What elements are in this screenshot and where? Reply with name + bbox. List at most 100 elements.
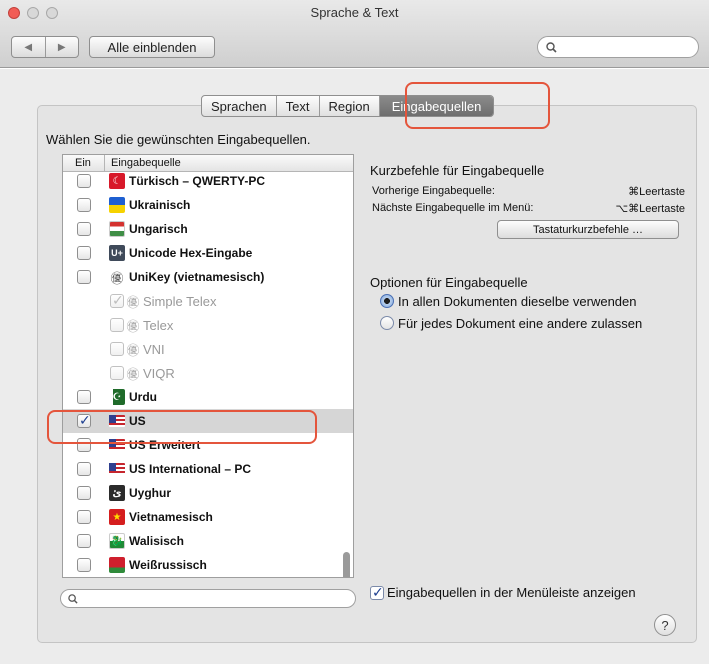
row-checkbox[interactable] xyxy=(77,558,91,572)
row-label: Türkisch – QWERTY-PC xyxy=(129,174,266,188)
list-item[interactable]: 🐉 Walisisch xyxy=(63,529,353,553)
radio-per-document[interactable]: Für jedes Dokument eine andere zulassen xyxy=(380,314,642,332)
list-item[interactable]: US Erweitert xyxy=(63,433,353,457)
us-flag-icon xyxy=(109,413,125,429)
list-item[interactable]: ㊝Simple Telex xyxy=(63,289,353,313)
list-item[interactable]: ☾ Türkisch – QWERTY-PC xyxy=(63,169,353,193)
column-header-ein[interactable]: Ein xyxy=(63,155,105,171)
radio-same-label: In allen Dokumenten dieselbe verwenden xyxy=(398,293,637,309)
list-header: Ein Eingabequelle xyxy=(63,155,353,172)
tab-eingabequellen[interactable]: Eingabequellen xyxy=(378,96,494,116)
row-label: VNI xyxy=(143,341,165,357)
row-checkbox[interactable] xyxy=(77,390,91,404)
row-checkbox[interactable] xyxy=(77,412,91,429)
us-flag-icon xyxy=(109,437,125,453)
wales-flag-icon: 🐉 xyxy=(109,533,125,549)
row-label: Urdu xyxy=(129,390,157,404)
help-button[interactable]: ? xyxy=(654,614,676,636)
unicode-icon: U+ xyxy=(109,245,125,261)
previous-source-key: ⌘Leertaste xyxy=(628,186,685,198)
window-title: Sprache & Text xyxy=(310,5,399,20)
belarus-flag-icon xyxy=(109,557,125,573)
tab-text[interactable]: Text xyxy=(275,96,319,116)
radio-button-selected[interactable] xyxy=(380,294,394,308)
forward-button[interactable]: ▶ xyxy=(44,37,79,57)
list-item[interactable]: U+ Unicode Hex-Eingabe xyxy=(63,241,353,265)
input-source-list[interactable]: ☾ Türkisch – QWERTY-PC Ukrainisch Ungaris… xyxy=(62,154,354,578)
list-item[interactable]: ㊝ VIQR xyxy=(63,361,353,385)
show-in-menu-checkbox[interactable] xyxy=(370,584,384,601)
radio-per-doc-label: Für jedes Dokument eine andere zulassen xyxy=(398,315,643,331)
search-icon xyxy=(546,41,557,53)
show-all-button[interactable]: Alle einblenden xyxy=(89,36,215,58)
list-item-selected[interactable]: US xyxy=(63,409,353,433)
list-item[interactable]: ئ Uyghur xyxy=(63,481,353,505)
vietnam-flag-icon: ★ xyxy=(109,509,125,525)
list-item[interactable]: ★ Vietnamesisch xyxy=(63,505,353,529)
ukraine-flag-icon xyxy=(109,197,125,213)
list-item[interactable]: Weißrussisch xyxy=(63,553,353,577)
list-item[interactable]: Ukrainisch xyxy=(63,193,353,217)
list-item[interactable]: Ungarisch xyxy=(63,217,353,241)
unikey-globe-icon: ㊝ xyxy=(110,270,124,286)
row-label: VIQR xyxy=(143,365,175,381)
row-checkbox[interactable] xyxy=(77,198,91,212)
row-checkbox[interactable] xyxy=(77,246,91,260)
previous-source-label: Vorherige Eingabequelle: xyxy=(372,185,495,197)
hungary-flag-icon xyxy=(109,221,125,237)
back-button[interactable]: ◀ xyxy=(12,37,45,57)
column-header-source[interactable]: Eingabequelle xyxy=(105,155,353,171)
scrollbar-thumb[interactable] xyxy=(343,552,350,577)
keyboard-shortcuts-button[interactable]: Tastaturkurzbefehle … xyxy=(497,220,679,239)
shortcuts-title: Kurzbefehle für Eingabequelle xyxy=(370,163,545,178)
us-flag-icon xyxy=(109,461,125,477)
list-scrollbar[interactable] xyxy=(341,172,351,577)
row-label: Uyghur xyxy=(129,486,171,500)
list-item[interactable]: ㊝ Telex xyxy=(63,313,353,337)
list-item[interactable]: US International – PC xyxy=(63,457,353,481)
row-label: US Erweitert xyxy=(129,438,201,452)
pakistan-flag-icon: ☪ xyxy=(109,389,125,405)
back-arrow-icon: ◀ xyxy=(24,41,33,53)
uyghur-icon: ئ xyxy=(109,485,125,501)
radio-button[interactable] xyxy=(380,316,394,330)
row-checkbox[interactable] xyxy=(77,222,91,236)
help-icon: ? xyxy=(661,617,669,633)
list-item[interactable]: ☪ Urdu xyxy=(63,385,353,409)
row-checkbox[interactable] xyxy=(77,438,91,452)
list-search-input[interactable] xyxy=(82,592,342,605)
list-rows: ☾ Türkisch – QWERTY-PC Ukrainisch Ungaris… xyxy=(63,169,353,577)
search-icon xyxy=(68,593,78,604)
row-checkbox[interactable] xyxy=(77,270,91,284)
row-label: Unicode Hex-Eingabe xyxy=(129,246,253,260)
toolbar-search-input[interactable] xyxy=(561,40,681,54)
unikey-globe-icon: ㊝ xyxy=(126,366,140,382)
tab-sprachen[interactable]: Sprachen xyxy=(202,96,276,116)
row-checkbox[interactable] xyxy=(110,342,124,356)
toolbar-search-field[interactable] xyxy=(537,36,699,58)
tab-bar: Sprachen Text Region Eingabequellen xyxy=(201,95,495,117)
unikey-globe-icon: ㊝ xyxy=(126,294,140,310)
list-search-field[interactable] xyxy=(60,589,356,608)
list-item[interactable]: ㊝ UniKey (vietnamesisch) xyxy=(63,265,353,289)
row-checkbox[interactable] xyxy=(77,510,91,524)
list-item[interactable]: ㊝ VNI xyxy=(63,337,353,361)
unikey-globe-icon: ㊝ xyxy=(126,342,140,358)
window-titlebar: Sprache & Text ◀ ▶ Alle einblenden xyxy=(0,0,709,68)
row-checkbox[interactable] xyxy=(77,486,91,500)
row-checkbox[interactable] xyxy=(110,366,124,380)
row-checkbox[interactable] xyxy=(110,292,124,309)
row-checkbox[interactable] xyxy=(77,534,91,548)
row-checkbox[interactable] xyxy=(77,174,91,188)
row-label: Simple Telex xyxy=(143,293,217,309)
row-checkbox[interactable] xyxy=(77,462,91,476)
unikey-globe-icon: ㊝ xyxy=(126,318,140,334)
row-label: Telex xyxy=(143,317,174,333)
show-in-menu-option[interactable]: Eingabequellen in der Menüleiste anzeige… xyxy=(370,584,636,601)
next-source-label: Nächste Eingabequelle im Menü: xyxy=(372,202,534,214)
tab-region[interactable]: Region xyxy=(318,96,379,116)
next-source-key: ⌥⌘Leertaste xyxy=(615,203,685,215)
row-checkbox[interactable] xyxy=(110,318,124,332)
radio-same-for-all[interactable]: In allen Dokumenten dieselbe verwenden xyxy=(380,292,637,310)
row-label: US xyxy=(129,414,146,428)
